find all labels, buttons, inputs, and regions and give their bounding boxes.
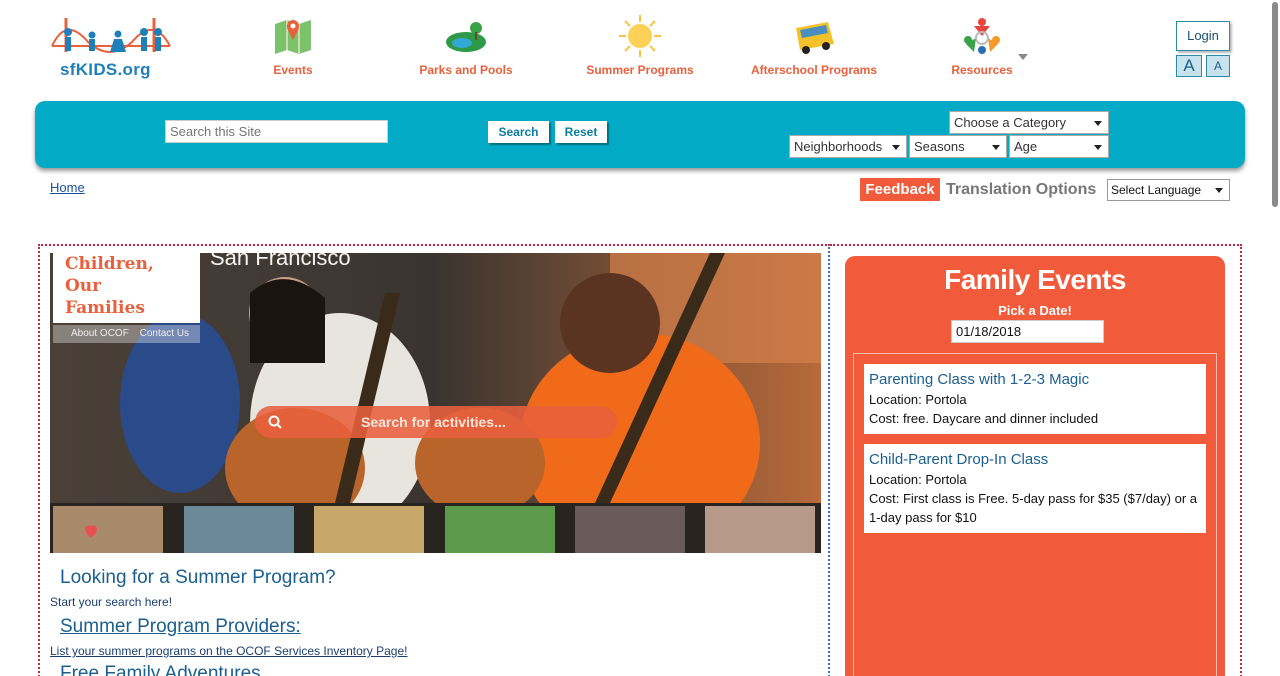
- nav-label: Resources: [951, 63, 1013, 77]
- seasons-select[interactable]: Seasons: [909, 135, 1007, 158]
- event-card[interactable]: Child-Parent Drop-In Class Location: Por…: [864, 444, 1206, 533]
- nav-label: Events: [273, 63, 313, 77]
- site-search-input[interactable]: [165, 120, 388, 143]
- nav-events[interactable]: Events: [253, 14, 333, 77]
- event-location: Location: Portola: [869, 472, 967, 487]
- hero-links: About OCOF Contact Us: [53, 325, 200, 343]
- family-events-title: Family Events: [944, 264, 1126, 295]
- thumbnail-1[interactable]: [53, 506, 163, 553]
- event-cost: Cost: First class is Free. 5-day pass fo…: [869, 491, 1198, 525]
- event-cost: Cost: free. Daycare and dinner included: [869, 411, 1099, 426]
- logo-line: Our: [65, 276, 102, 296]
- pick-date-label: Pick a Date!: [998, 303, 1072, 318]
- park-icon: [446, 22, 486, 52]
- font-increase-label: A: [1183, 56, 1195, 75]
- page-scrollbar[interactable]: [1272, 2, 1278, 207]
- nav-afterschool-programs[interactable]: Afterschool Programs: [748, 14, 880, 77]
- providers-subtext-link[interactable]: List your summer programs on the OCOF Se…: [50, 644, 407, 658]
- login-button[interactable]: Login: [1176, 21, 1230, 51]
- map-icon: [275, 20, 311, 54]
- nav-summer-programs[interactable]: Summer Programs: [582, 14, 698, 77]
- nav-label: Afterschool Programs: [750, 63, 878, 77]
- date-input[interactable]: 01/18/2018: [951, 320, 1104, 343]
- thumbnail-5[interactable]: [575, 506, 685, 553]
- search-button[interactable]: Search: [488, 121, 549, 143]
- events-list: Parenting Class with 1-2-3 Magic Locatio…: [853, 353, 1217, 676]
- logo-line: Children,: [65, 254, 154, 274]
- school-bus-icon: [796, 22, 834, 54]
- nav-label: Summer Programs: [586, 63, 694, 77]
- heart-icon: [85, 525, 97, 538]
- font-decrease-label: A: [1213, 59, 1222, 73]
- activity-search-placeholder: Search for activities...: [361, 414, 506, 430]
- about-ocof-link[interactable]: About OCOF: [71, 328, 129, 339]
- font-increase-button[interactable]: A: [1176, 55, 1202, 77]
- chevron-down-icon[interactable]: [1018, 54, 1028, 60]
- ocof-logo[interactable]: Children, Our Families: [53, 253, 200, 323]
- thumbnail-6[interactable]: [705, 506, 815, 553]
- translation-options-label: Translation Options: [946, 181, 1097, 198]
- thumbnail-3[interactable]: [314, 506, 424, 553]
- providers-heading-link[interactable]: Summer Program Providers:: [60, 616, 301, 638]
- event-title[interactable]: Child-Parent Drop-In Class: [869, 450, 1201, 470]
- nav-parks-and-pools[interactable]: Parks and Pools: [410, 14, 522, 77]
- contact-us-link[interactable]: Contact Us: [140, 328, 189, 339]
- site-header: sfKIDS.org Events Parks and Pools Summer…: [0, 0, 1280, 100]
- age-select[interactable]: Age: [1009, 135, 1109, 158]
- summer-program-subtext: Start your search here!: [50, 595, 173, 609]
- search-icon: [268, 415, 282, 429]
- reset-button[interactable]: Reset: [555, 121, 607, 143]
- font-decrease-button[interactable]: A: [1206, 55, 1230, 77]
- event-location: Location: Portola: [869, 392, 967, 407]
- sun-icon: [619, 15, 661, 57]
- event-title[interactable]: Parenting Class with 1-2-3 Magic: [869, 370, 1201, 390]
- hero-banner: San Francisco Children, Our Families Abo…: [50, 253, 821, 553]
- logo-line: Families: [65, 298, 145, 318]
- neighborhoods-select[interactable]: Neighborhoods: [789, 135, 907, 158]
- people-circle-icon: [964, 18, 1000, 54]
- hero-title: San Francisco: [210, 253, 351, 270]
- activity-search[interactable]: Search for activities...: [255, 406, 617, 438]
- breadcrumb-home-link[interactable]: Home: [50, 180, 85, 195]
- summer-program-heading[interactable]: Looking for a Summer Program?: [60, 567, 336, 589]
- nav-label: Parks and Pools: [419, 63, 513, 77]
- category-select[interactable]: Choose a Category: [949, 111, 1109, 134]
- event-card[interactable]: Parenting Class with 1-2-3 Magic Locatio…: [864, 364, 1206, 434]
- language-select[interactable]: Select Language: [1107, 179, 1230, 201]
- family-events-panel: Family Events Pick a Date! 01/18/2018 Pa…: [845, 256, 1225, 676]
- thumbnail-strip: [50, 503, 821, 553]
- feedback-button[interactable]: Feedback: [860, 178, 940, 201]
- logo-text[interactable]: sfKIDS.org: [60, 60, 151, 80]
- free-adventures-heading[interactable]: Free Family Adventures: [60, 663, 261, 676]
- search-bar: Search Reset Choose a Category Neighborh…: [35, 101, 1245, 168]
- thumbnail-2[interactable]: [184, 506, 294, 553]
- nav-resources[interactable]: Resources: [944, 14, 1020, 77]
- thumbnail-4[interactable]: [445, 506, 555, 553]
